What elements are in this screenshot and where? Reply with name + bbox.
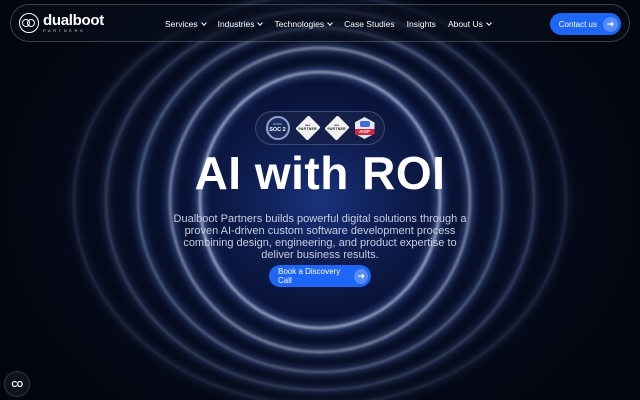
partner-badge-line2: PARTNER [327, 126, 346, 131]
nav-menu: Services Industries Technologies Case St… [165, 5, 503, 43]
nav-item-label: Insights [406, 19, 436, 29]
arrow-right-icon: ➜ [354, 268, 368, 284]
hero-description: Dualboot Partners builds powerful digita… [173, 213, 467, 261]
logo-text: dualboot PARTNERS [43, 13, 104, 33]
nav-item-label: Technologies [274, 19, 325, 29]
logo-mark-icon [19, 13, 39, 33]
chevron-down-icon [257, 20, 264, 26]
nav-item-insights[interactable]: Insights [407, 19, 436, 29]
chevron-down-icon [327, 20, 333, 26]
brand-logo[interactable]: dualboot PARTNERS [19, 13, 104, 33]
book-discovery-call-button[interactable]: Book a Discovery Call ➜ [269, 265, 371, 287]
partner-badge-content: aws PARTNER [327, 124, 346, 132]
nav-item-about-us[interactable]: About Us [447, 19, 492, 29]
partner-badge-icon: aws PARTNER [323, 115, 350, 141]
chat-widget-icon: CO [11, 379, 24, 389]
contact-us-label: Contact us [558, 19, 597, 29]
nav-item-label: Services [165, 19, 198, 29]
contact-us-button[interactable]: Contact us ➜ [549, 13, 621, 35]
aigp-badge-label: AIGP [354, 129, 375, 135]
navbar: dualboot PARTNERS Services Industries Te… [10, 4, 630, 42]
soc2-badge-icon: AICPA SOC 2 [265, 116, 290, 140]
nav-item-label: Industries [217, 19, 255, 29]
certification-badges: AICPA SOC 2 aws PARTNER aws PARTNER AIGP [255, 111, 385, 145]
partner-badge-line2: PARTNER [298, 126, 317, 131]
chevron-down-icon [200, 20, 207, 26]
chat-widget-button[interactable]: CO [4, 371, 30, 397]
partner-badge-content: aws PARTNER [298, 124, 317, 132]
partner-badge-icon: aws PARTNER [294, 115, 321, 141]
cta-label: Book a Discovery Call [278, 267, 341, 285]
hero-glow-rings [72, 0, 568, 400]
nav-item-services[interactable]: Services [165, 19, 207, 29]
page: dualboot PARTNERS Services Industries Te… [0, 0, 640, 400]
arrow-right-icon: ➜ [603, 16, 618, 32]
soc-badge-line2: SOC 2 [269, 126, 286, 133]
aigp-badge-top [359, 121, 370, 127]
hero-title: AI with ROI [194, 147, 446, 199]
nav-item-label: Case Studies [344, 19, 395, 29]
brand-name: dualboot [43, 12, 104, 29]
brand-subtitle: PARTNERS [43, 28, 86, 33]
aigp-badge-icon: AIGP [354, 117, 375, 139]
nav-item-label: About Us [447, 19, 483, 29]
nav-item-industries[interactable]: Industries [217, 19, 264, 29]
nav-item-technologies[interactable]: Technologies [274, 19, 333, 29]
chevron-down-icon [486, 20, 492, 26]
nav-item-case-studies[interactable]: Case Studies [344, 19, 395, 29]
